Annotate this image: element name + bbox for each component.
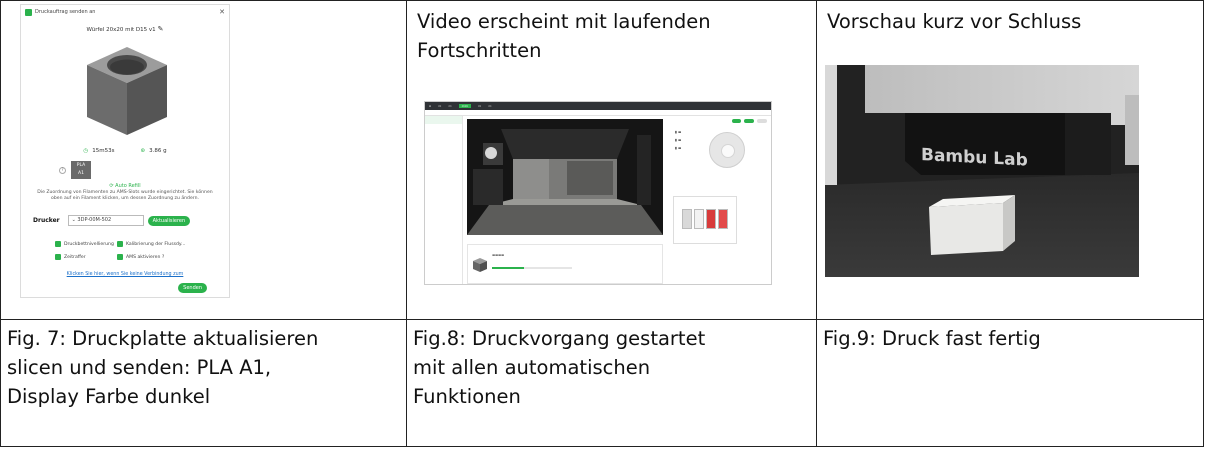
ams-slot[interactable] — [706, 209, 716, 229]
filament-slot-id: A1 — [78, 171, 84, 176]
camera-image — [467, 119, 663, 235]
option-ams[interactable]: AMS aktivieren ? — [117, 254, 187, 260]
ams-slot[interactable] — [694, 209, 704, 229]
option-timelapse[interactable]: Zeitraffer — [55, 254, 117, 260]
weight-icon: ⊛ — [140, 148, 146, 154]
weight-stat: ⊛ 3.86 g — [140, 148, 166, 154]
close-icon[interactable]: ✕ — [219, 8, 225, 16]
print-time: 15m53s — [92, 148, 115, 154]
temp-bed: ▮ ▬ — [675, 138, 682, 142]
option-bed-leveling[interactable]: Druckbettnivellierung — [55, 241, 117, 247]
fig9-caption-cell: Fig.9: Druck fast fertig — [816, 319, 1204, 447]
help-link[interactable]: Klicken Sie hier, wenn Sie keine Verbind… — [21, 272, 229, 277]
dialog-titlebar: Druckauftrag senden an ✕ — [21, 5, 229, 19]
auto-refill-label: Auto Refill — [115, 183, 141, 189]
fig7-caption: Fig. 7: Druckplatte aktualisieren slicen… — [7, 327, 319, 408]
nav-item[interactable]: ▭ — [438, 104, 441, 108]
nav-item[interactable]: ▭ — [488, 104, 491, 108]
plate-title-row: Würfel 20x20 mit D15 v1 ✎ — [21, 25, 229, 33]
option-label: Druckbettnivellierung — [64, 241, 114, 247]
fig8-caption: Fig.8: Druckvorgang gestartet mit allen … — [413, 327, 706, 408]
time-stat: ◷ 15m53s — [83, 148, 114, 154]
option-label: Zeitraffer — [64, 254, 86, 260]
job-thumbnail — [473, 258, 487, 272]
nav-item[interactable]: ▭ — [448, 104, 451, 108]
plate-title: Würfel 20x20 mit D15 v1 — [86, 27, 156, 33]
send-button[interactable]: Senden — [178, 283, 207, 293]
send-print-dialog: Druckauftrag senden an ✕ Würfel 20x20 mi… — [20, 4, 230, 298]
printer-value: 3DP-00M-502 — [77, 217, 112, 223]
print-job-panel: ▬▬▬▬ — [467, 244, 663, 284]
option-label: Kalibrierung der Flussdy... — [126, 241, 186, 247]
help-icon[interactable]: ? — [160, 255, 164, 260]
options-grid: Druckbettnivellierung Kalibrierung der F… — [55, 241, 187, 260]
control-button[interactable] — [744, 118, 755, 123]
sidebar-item[interactable] — [425, 140, 462, 148]
bambu-logo-icon — [25, 8, 32, 16]
fig7-caption-cell: Fig. 7: Druckplatte aktualisieren slicen… — [0, 319, 407, 447]
nav-item-device[interactable]: ▭▭ — [458, 104, 472, 108]
checkbox-icon — [55, 254, 61, 260]
temp-nozzle: ▮ ▬ — [675, 130, 682, 134]
sidebar-item[interactable] — [425, 124, 462, 132]
checkbox-icon — [55, 241, 61, 247]
job-progress-bar — [492, 267, 572, 269]
checkbox-icon — [117, 254, 123, 260]
cube-preview — [87, 47, 167, 135]
ams-slot[interactable] — [718, 209, 728, 229]
control-panel: ▮ ▬ ▮ ▬ ▮ ▬ — [669, 116, 771, 284]
option-flow-calibration[interactable]: Kalibrierung der Flussdy... — [117, 241, 187, 247]
printer-label: Drucker — [33, 217, 60, 224]
temp-chamber: ▮ ▬ — [675, 146, 682, 150]
fig9-caption: Fig.9: Druck fast fertig — [823, 327, 1041, 350]
camera-view — [467, 119, 663, 235]
checkbox-icon — [117, 241, 123, 247]
filament-type: PLA — [76, 163, 86, 168]
home-icon[interactable]: ⌂ — [429, 104, 431, 108]
print-stats: ◷ 15m53s ⊛ 3.86 g — [21, 148, 229, 154]
auto-refill-row[interactable]: ⟳ Auto Refill — [21, 183, 229, 189]
printer-select[interactable]: ⌄ 3DP-00M-502 — [67, 215, 144, 226]
option-label: AMS aktivieren — [126, 254, 161, 260]
weight-value: 3.86 g — [149, 148, 167, 154]
refresh-button[interactable]: Aktualisieren — [147, 215, 191, 226]
app-sidebar — [425, 116, 463, 284]
fig8-heading: Video erscheint mit laufenden Fortschrit… — [417, 10, 711, 62]
job-name: ▬▬▬▬ — [492, 253, 505, 257]
printer-photo: Bambu Lab — [825, 65, 1139, 277]
mapping-message: Die Zuordnung von Filamenten zu AMS-Slot… — [37, 190, 213, 201]
printer-row: Drucker ⌄ 3DP-00M-502 Aktualisieren — [33, 215, 223, 226]
fig9-heading: Vorschau kurz vor Schluss — [827, 10, 1082, 33]
ams-panel — [673, 196, 737, 244]
home-axis-icon[interactable] — [721, 144, 735, 158]
sidebar-item[interactable] — [425, 116, 462, 124]
ams-slot[interactable] — [682, 209, 692, 229]
sidebar-item[interactable] — [425, 132, 462, 140]
nav-item[interactable]: ▭ — [478, 104, 481, 108]
print-preview-photo: Bambu Lab — [825, 65, 1139, 277]
control-button[interactable] — [757, 118, 767, 123]
fig8-caption-cell: Fig.8: Druckvorgang gestartet mit allen … — [406, 319, 817, 447]
edit-icon[interactable]: ✎ — [158, 25, 164, 33]
jog-control[interactable] — [709, 132, 745, 168]
app-topbar: ⌂ ▭ ▭ ▭▭ ▭ ▭ — [425, 102, 771, 110]
job-progress-fill — [492, 267, 524, 269]
help-icon[interactable]: ? — [59, 167, 66, 174]
control-header — [669, 116, 771, 125]
clock-icon: ◷ — [83, 148, 89, 154]
filament-slot[interactable]: PLA A1 — [71, 161, 91, 179]
dialog-window-title: Druckauftrag senden an — [35, 9, 96, 15]
device-screenshot: ⌂ ▭ ▭ ▭▭ ▭ ▭ ▮ ▬ ▮ ▬ ▮ ▬ ▬▬▬▬ — [424, 101, 772, 285]
control-button[interactable] — [731, 118, 742, 123]
